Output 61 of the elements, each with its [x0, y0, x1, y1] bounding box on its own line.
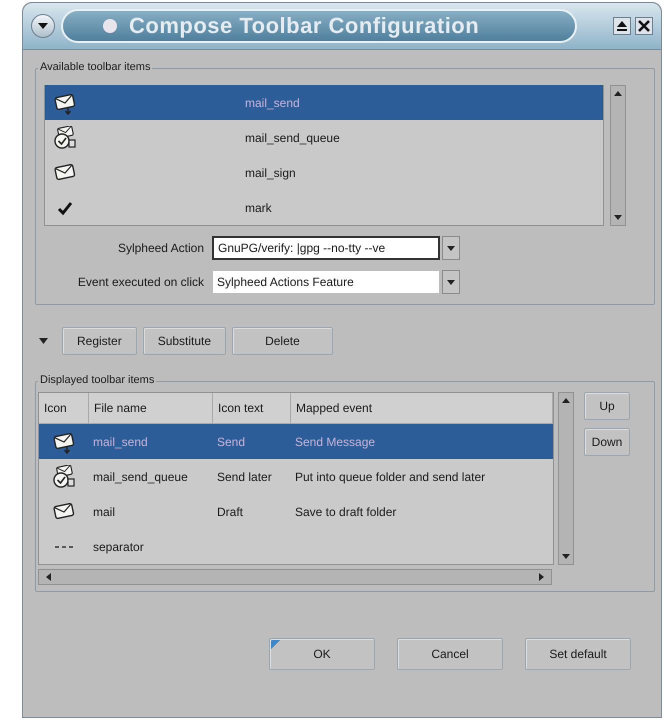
- window-title: Compose Toolbar Configuration: [129, 13, 480, 39]
- combo-field[interactable]: Sylpheed Actions Feature: [212, 270, 440, 294]
- dashes-icon: [55, 544, 73, 548]
- combo-field[interactable]: GnuPG/verify: |gpg --no-tty --ve: [212, 236, 440, 260]
- scrollbar[interactable]: [610, 85, 626, 226]
- envelope-stack-icon: [53, 126, 77, 150]
- left-arrow-icon: [45, 573, 51, 581]
- down-arrow-icon: [614, 215, 622, 221]
- table-row[interactable]: separator: [39, 529, 553, 564]
- action-button[interactable]: Delete: [232, 327, 333, 355]
- group-label: Available toolbar items: [38, 61, 152, 73]
- up-arrow-icon: [562, 397, 570, 403]
- up-arrow-icon: [614, 90, 622, 96]
- table-row[interactable]: mail Draft Save to draft folder: [39, 494, 553, 529]
- move-button[interactable]: Down: [584, 428, 630, 456]
- table-cell: mail_send: [93, 434, 148, 448]
- eject-icon: [613, 17, 631, 35]
- list-item[interactable]: mark: [45, 190, 603, 225]
- dialog-button[interactable]: Set default: [525, 638, 631, 670]
- table-cell: Draft: [217, 504, 244, 518]
- scrollbar[interactable]: [558, 392, 574, 565]
- table-cell: mail: [93, 504, 116, 518]
- caret-icon: [38, 22, 48, 30]
- list-item[interactable]: mail_sign: [45, 155, 603, 190]
- item-name: mail_send_queue: [245, 130, 340, 144]
- dialog-button[interactable]: OK: [269, 638, 375, 670]
- close-icon: [635, 17, 653, 35]
- table-row[interactable]: mail_send_queue Send later Put into queue folder and send later: [39, 459, 553, 494]
- field-label: Sylpheed Action: [116, 241, 205, 255]
- down-arrow-icon: [562, 554, 570, 560]
- right-arrow-icon: [539, 573, 545, 581]
- item-name: mail_send: [245, 96, 300, 110]
- window-menu-button[interactable]: [31, 14, 55, 38]
- column-header[interactable]: File name: [89, 393, 213, 424]
- table-cell: Put into queue folder and send later: [295, 470, 486, 484]
- caret-icon: [447, 246, 455, 250]
- dialog-button[interactable]: Cancel: [397, 638, 503, 670]
- envelope-stack-icon: [52, 464, 76, 488]
- caret-icon: [447, 280, 455, 284]
- table-cell: Send: [217, 434, 246, 448]
- dropdown-arrow-icon: [39, 338, 48, 344]
- column-header[interactable]: Icon: [39, 393, 89, 424]
- action-button[interactable]: Register: [62, 327, 137, 355]
- field-label: Event executed on click: [76, 275, 205, 289]
- item-name: mail_sign: [245, 166, 296, 180]
- table-cell: Send Message: [295, 434, 376, 448]
- column-header[interactable]: Mapped event: [291, 393, 553, 424]
- table-cell: separator: [93, 540, 144, 554]
- table-cell: mail_send_queue: [93, 470, 188, 484]
- horizontal-scrollbar[interactable]: [38, 569, 552, 585]
- app-icon: [101, 17, 119, 35]
- list-item[interactable]: mail_send_queue: [45, 120, 603, 155]
- action-button[interactable]: Substitute: [142, 327, 226, 355]
- column-header[interactable]: Icon text: [213, 393, 291, 424]
- table-cell: Send later: [217, 470, 272, 484]
- item-name: mark: [245, 200, 272, 214]
- group-label: Displayed toolbar items: [38, 374, 156, 386]
- dropdown-button[interactable]: [442, 270, 460, 294]
- dropdown-button[interactable]: [442, 236, 460, 260]
- move-button[interactable]: Up: [584, 392, 630, 420]
- table-cell: Save to draft folder: [295, 504, 396, 518]
